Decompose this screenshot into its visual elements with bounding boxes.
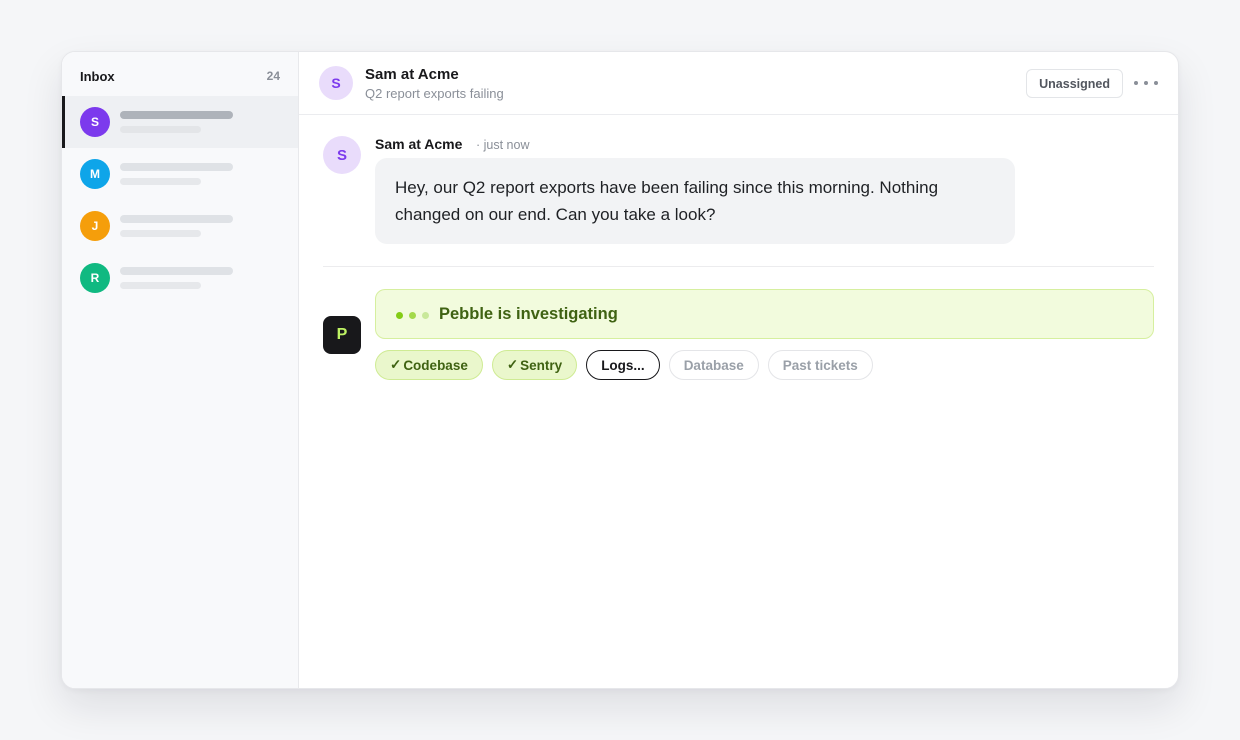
conversation-pane: S Sam at Acme Q2 report exports failing … xyxy=(299,52,1178,688)
avatar: S xyxy=(80,107,110,137)
avatar: M xyxy=(80,159,110,189)
conversation-item[interactable]: M xyxy=(62,148,298,200)
skeleton-line xyxy=(120,178,201,185)
inbox-count-badge: 24 xyxy=(266,69,280,83)
source-chip-sentry[interactable]: ✓ Sentry xyxy=(491,350,578,380)
source-chips: ✓ Codebase ✓ Sentry Logs... Database Pas… xyxy=(375,350,873,380)
skeleton-line xyxy=(120,111,233,119)
source-chip-label: Codebase xyxy=(403,357,468,373)
check-icon: ✓ xyxy=(506,357,519,372)
source-chip-logs[interactable]: Logs... xyxy=(586,350,660,380)
check-icon: ✓ xyxy=(390,357,402,372)
more-horizontal-icon[interactable] xyxy=(1134,72,1158,94)
agent-status-banner: Pebble is investigating xyxy=(375,289,1154,339)
loading-dots-icon xyxy=(396,312,429,319)
source-chip-codebase[interactable]: ✓ Codebase xyxy=(375,350,483,380)
conversation-item[interactable]: J xyxy=(62,200,298,252)
message-bubble: Hey, our Q2 report exports have been fai… xyxy=(375,158,1015,244)
divider xyxy=(323,266,1154,267)
avatar: R xyxy=(80,263,110,293)
sidebar-header: Inbox 24 xyxy=(62,52,298,96)
skeleton-line xyxy=(120,215,233,223)
contact-name: Sam at Acme xyxy=(365,66,459,83)
source-chip-label: Logs... xyxy=(601,357,645,373)
source-chip-past-tickets[interactable]: Past tickets xyxy=(767,350,873,380)
skeleton-line xyxy=(120,126,201,133)
agent-avatar: P xyxy=(323,316,361,354)
message-author-avatar: S xyxy=(323,136,361,174)
avatar: J xyxy=(80,211,110,241)
inbox-title: Inbox xyxy=(80,69,115,84)
contact-avatar: S xyxy=(319,66,353,100)
source-chip-label: Sentry xyxy=(520,357,563,373)
assignee-button[interactable]: Unassigned xyxy=(1026,69,1123,98)
source-chip-database[interactable]: Database xyxy=(668,350,759,380)
skeleton-line xyxy=(120,267,233,275)
skeleton-line xyxy=(120,163,233,171)
message-timestamp: · just now xyxy=(476,138,530,152)
app-window: Inbox 24 S M J R S Sam at Acme Q2 report… xyxy=(61,51,1179,689)
conversation-item[interactable]: R xyxy=(62,252,298,304)
source-chip-label: Database xyxy=(683,357,744,373)
conversation-header: S Sam at Acme Q2 report exports failing … xyxy=(299,52,1178,115)
ticket-subject: Q2 report exports failing xyxy=(365,86,504,101)
skeleton-line xyxy=(120,230,201,237)
agent-status-text: Pebble is investigating xyxy=(439,305,618,323)
source-chip-label: Past tickets xyxy=(782,357,858,373)
message-author: Sam at Acme xyxy=(375,136,463,152)
inbox-sidebar: Inbox 24 S M J R xyxy=(62,52,299,688)
skeleton-line xyxy=(120,282,201,289)
conversation-item[interactable]: S xyxy=(62,96,298,148)
